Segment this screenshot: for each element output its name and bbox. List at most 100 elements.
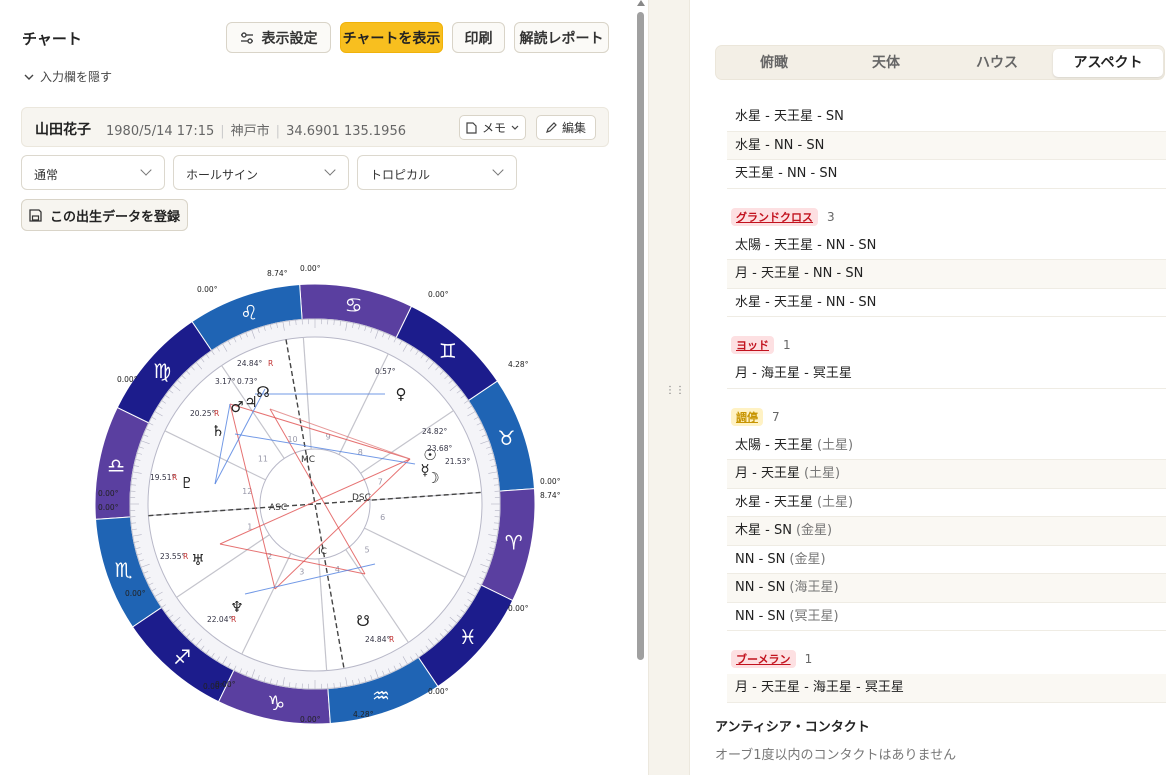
aspect-text: 水星 - 天王星 xyxy=(735,494,813,510)
grand-cross-badge[interactable]: グランドクロス xyxy=(731,207,818,226)
display-settings-button[interactable]: 表示設定 xyxy=(226,22,331,53)
aries-sign: ♈ xyxy=(505,531,523,555)
house-number: 7 xyxy=(378,478,383,487)
edit-button[interactable]: 編集 xyxy=(536,115,596,140)
scroll-up-arrow[interactable] xyxy=(637,0,645,6)
house-system-select[interactable]: ホールサイン xyxy=(173,155,349,190)
venus-glyph: ♀ xyxy=(396,385,407,403)
list-item: 水星 - 天王星 - SN xyxy=(727,103,1166,132)
hide-inputs-label: 入力欄を隠す xyxy=(40,70,113,84)
planet-degree-label: R xyxy=(231,615,236,624)
list-item: 水星 - 天王星 - NN - SN xyxy=(727,289,1166,317)
moon-glyph: ☽ xyxy=(426,469,439,487)
cusp-degree-label: 0.00° xyxy=(98,489,119,498)
yod-badge[interactable]: ヨッド xyxy=(731,336,774,354)
edit-label: 編集 xyxy=(561,121,586,135)
mediation-badge[interactable]: 調停 xyxy=(731,407,763,426)
planet-degree-label: 20.25° xyxy=(190,409,215,418)
aspect-mediator: (土星) xyxy=(816,437,854,453)
planet-degree-label: R xyxy=(389,635,394,644)
scorpio-sign: ♏ xyxy=(115,558,133,582)
print-button[interactable]: 印刷 xyxy=(452,22,505,53)
scroll-thumb[interactable] xyxy=(637,12,644,660)
cusp-degree-label: 0.00° xyxy=(197,285,218,294)
cusp-degree-label: 4.28° xyxy=(508,360,529,369)
aquarius-sign: ♒ xyxy=(372,683,390,707)
leo-sign: ♌ xyxy=(240,301,258,325)
profile-bar: 山田花子 1980/5/14 17:15 | 神戸市 | 34.6901 135.195… xyxy=(21,107,609,147)
tab-overview[interactable]: 俯瞰 xyxy=(719,49,829,77)
aspect-mediator: (金星) xyxy=(789,551,826,567)
chevron-down-icon xyxy=(492,164,504,176)
dsc-label: DSC xyxy=(352,493,371,503)
pattern-count: 1 xyxy=(783,338,791,352)
cusp-degree-label: 0.00° xyxy=(300,264,321,273)
mars-glyph: ♂ xyxy=(230,398,243,416)
natal-chart-wheel: ♈♉♊♋♌♍♎♏♐♑ ♒♓789101112123 456ASCDSCMCIC♂ ♃☊… xyxy=(94,264,561,725)
mode-select[interactable]: 通常 xyxy=(21,155,165,190)
tab-planets[interactable]: 天体 xyxy=(831,49,941,77)
zodiac-value: トロピカル xyxy=(370,168,431,182)
house-system-value: ホールサイン xyxy=(186,168,259,182)
panel-gutter: ⋮⋮ xyxy=(648,0,690,775)
house-number: 6 xyxy=(380,513,385,522)
memo-label: メモ xyxy=(481,121,506,135)
report-label: 解読レポート xyxy=(519,30,604,47)
register-label: この出生データを登録 xyxy=(49,209,180,225)
aspect-text: NN - SN xyxy=(735,580,786,595)
cusp-degree-label: 8.74° xyxy=(267,269,288,278)
cusp-degree-label: 0.00° xyxy=(215,680,236,689)
cusp-degree-label: 0.00° xyxy=(428,687,449,696)
display-settings-label: 表示設定 xyxy=(261,30,318,47)
boomerang-badge[interactable]: ブーメラン xyxy=(731,650,796,668)
aspect-mediator: (金星) xyxy=(795,523,833,538)
list-item: 太陽 - 天王星 - NN - SN xyxy=(727,232,1166,260)
chevron-down-icon xyxy=(324,164,336,176)
list-item: 月 - 天王星 (土星) xyxy=(727,460,1166,489)
list-item: 太陽 - 天王星 (土星) xyxy=(727,432,1166,460)
planet-degree-label: 0.57° xyxy=(375,367,396,376)
planet-degree-label: 24.82° xyxy=(422,427,447,436)
profile-place: 神戸市 xyxy=(230,124,270,139)
pattern-group-header: ヨッド 1 xyxy=(727,317,1166,360)
report-button[interactable]: 解読レポート xyxy=(514,22,609,53)
aspect-text: 月 - 天王星 xyxy=(735,466,800,481)
tab-aspects[interactable]: アスペクト xyxy=(1053,49,1163,77)
cusp-degree-label: 0.00° xyxy=(117,375,138,384)
south-node-glyph: ☋ xyxy=(356,612,369,630)
drag-handle-icon[interactable]: ⋮⋮ xyxy=(665,384,685,398)
mode-value: 通常 xyxy=(34,168,59,182)
uranus-glyph: ♅ xyxy=(191,551,204,569)
pluto-glyph: ♇ xyxy=(180,474,193,492)
register-birth-data-button[interactable]: この出生データを登録 xyxy=(21,199,188,231)
show-chart-button[interactable]: チャートを表示 xyxy=(340,22,443,53)
antiscia-empty-text: オーブ1度以内のコンタクトはありません xyxy=(715,748,957,763)
pattern-group-header: ブーメラン 1 xyxy=(727,631,1166,674)
house-number: 5 xyxy=(365,545,370,554)
aspect-pattern-list: 水星 - 天王星 - SN 水星 - NN - SN 天王星 - NN - SN… xyxy=(727,103,1166,703)
planet-degree-label: R xyxy=(172,473,177,482)
planet-degree-label: R xyxy=(183,552,188,561)
show-chart-label: チャートを表示 xyxy=(342,30,441,47)
cusp-degree-label: 0.00° xyxy=(540,477,561,486)
memo-dropdown[interactable]: メモ xyxy=(459,115,526,140)
left-scrollbar[interactable] xyxy=(634,0,646,775)
cusp-degree-label: 0.00° xyxy=(300,715,321,724)
pattern-group-header: グランドクロス 3 xyxy=(727,189,1166,232)
planet-degree-label: 3.17° xyxy=(215,377,236,386)
pattern-group-header: 調停 7 xyxy=(727,389,1166,432)
list-item: 水星 - 天王星 (土星) xyxy=(727,489,1166,517)
planet-degree-label: 22.04° xyxy=(207,615,232,624)
aspect-text: NN - SN xyxy=(735,608,786,624)
cancer-sign: ♋ xyxy=(345,293,363,317)
hide-inputs-toggle[interactable]: 入力欄を隠す xyxy=(24,68,112,85)
zodiac-select[interactable]: トロピカル xyxy=(357,155,517,190)
planet-degree-label: 24.84° xyxy=(365,635,390,644)
planet-degree-label: R xyxy=(214,409,219,418)
document-icon xyxy=(466,121,477,134)
cusp-degree-label: 0.00° xyxy=(428,290,449,299)
profile-date: 1980/5/14 17:15 xyxy=(106,124,215,139)
house-number: 3 xyxy=(299,568,304,577)
tab-houses[interactable]: ハウス xyxy=(942,49,1052,77)
list-item: NN - SN (海王星) xyxy=(727,574,1166,603)
